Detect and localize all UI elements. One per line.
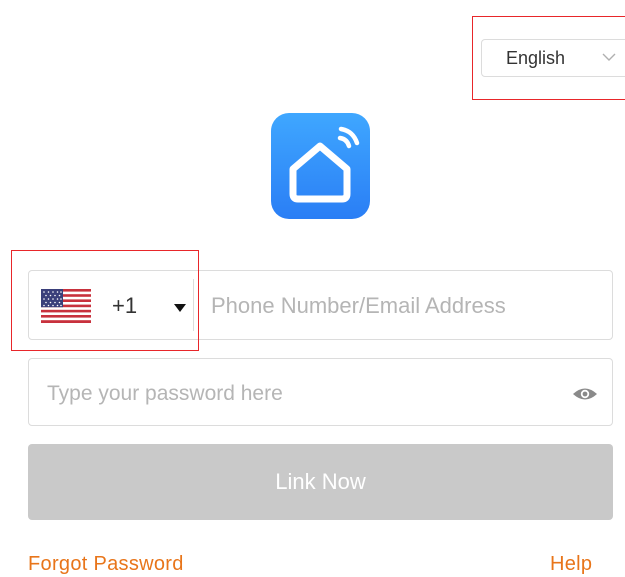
us-flag-icon [41, 289, 91, 323]
link-now-button[interactable]: Link Now [28, 444, 613, 520]
country-code-select[interactable]: +1 [29, 271, 193, 339]
smart-home-icon [289, 126, 360, 203]
account-field-row: +1 [28, 270, 613, 340]
password-input[interactable] [45, 373, 549, 415]
country-code-label: +1 [112, 293, 138, 318]
forgot-password-link[interactable]: Forgot Password [28, 553, 184, 576]
eye-icon[interactable] [572, 386, 598, 402]
password-field-row [28, 358, 613, 426]
chevron-down-icon [602, 53, 616, 61]
language-select[interactable]: English [481, 39, 625, 77]
caret-down-icon [174, 304, 186, 312]
country-code-divider [193, 279, 194, 331]
language-selected-label: English [506, 47, 566, 68]
login-page: English +1 Phone Number/Email Address Li… [0, 0, 625, 577]
help-link[interactable]: Help [550, 553, 592, 576]
account-input[interactable] [209, 285, 603, 327]
app-logo [271, 113, 370, 219]
